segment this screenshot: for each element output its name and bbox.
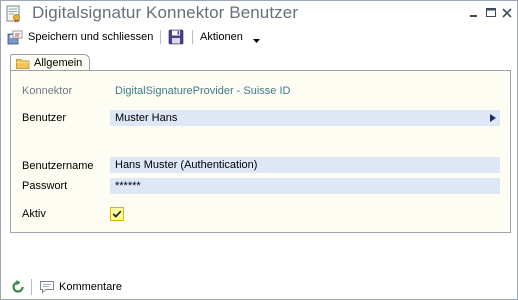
refresh-icon[interactable] xyxy=(10,279,26,295)
toolbar-divider xyxy=(192,30,193,44)
close-icon xyxy=(502,8,512,18)
tab-allgemein-label: Allgemein xyxy=(34,57,83,69)
save-close-icon xyxy=(7,29,23,45)
folder-icon xyxy=(16,58,30,69)
actions-dropdown[interactable]: Aktionen xyxy=(200,27,260,46)
toolbar: Speichern und schliessen Aktionen xyxy=(1,27,517,46)
comments-label: Kommentare xyxy=(59,281,122,293)
toolbar-divider xyxy=(160,30,161,44)
general-panel: Konnektor DigitalSignatureProvider - Sui… xyxy=(10,70,511,233)
konnektor-label: Konnektor xyxy=(22,85,73,97)
minimize-icon xyxy=(470,15,477,17)
benutzername-field[interactable]: Hans Muster (Authentication) xyxy=(110,157,500,173)
benutzer-label: Benutzer xyxy=(22,112,67,124)
passwort-value: ****** xyxy=(115,180,141,192)
dialog-window: Digitalsignatur Konnektor Benutzer Speic… xyxy=(0,0,518,300)
benutzername-value: Hans Muster (Authentication) xyxy=(115,159,258,171)
bottom-divider xyxy=(31,279,32,295)
bottom-bar: Kommentare xyxy=(1,276,517,298)
aktiv-checkbox[interactable] xyxy=(110,207,124,221)
title-bar[interactable]: Digitalsignatur Konnektor Benutzer xyxy=(1,1,517,27)
speech-bubble-icon xyxy=(39,279,55,295)
minimize-button[interactable] xyxy=(468,7,480,19)
save-button[interactable] xyxy=(168,27,184,46)
passwort-label: Passwort xyxy=(22,180,68,192)
maximize-button[interactable] xyxy=(485,7,497,19)
aktiv-label: Aktiv xyxy=(22,208,46,220)
passwort-field[interactable]: ****** xyxy=(110,178,500,194)
close-button[interactable] xyxy=(501,7,513,19)
floppy-disk-icon xyxy=(168,29,184,45)
window-title: Digitalsignatur Konnektor Benutzer xyxy=(32,3,299,22)
tab-strip: Allgemein xyxy=(10,54,90,71)
comments-button[interactable]: Kommentare xyxy=(39,279,122,295)
document-seal-icon xyxy=(5,5,23,23)
checkmark-icon xyxy=(112,210,122,218)
save-and-close-button[interactable]: Speichern und schliessen xyxy=(7,27,153,46)
arrow-right-icon[interactable] xyxy=(490,114,496,122)
konnektor-value: DigitalSignatureProvider - Suisse ID xyxy=(115,85,291,97)
benutzer-select[interactable]: Muster Hans xyxy=(110,110,500,126)
tab-allgemein[interactable]: Allgemein xyxy=(10,54,90,71)
dropdown-arrow-icon xyxy=(252,34,260,43)
maximize-icon xyxy=(486,8,496,17)
benutzer-value: Muster Hans xyxy=(115,112,178,124)
save-and-close-label: Speichern und schliessen xyxy=(28,30,154,43)
benutzername-label: Benutzername xyxy=(22,160,94,172)
actions-label: Aktionen xyxy=(200,30,243,43)
